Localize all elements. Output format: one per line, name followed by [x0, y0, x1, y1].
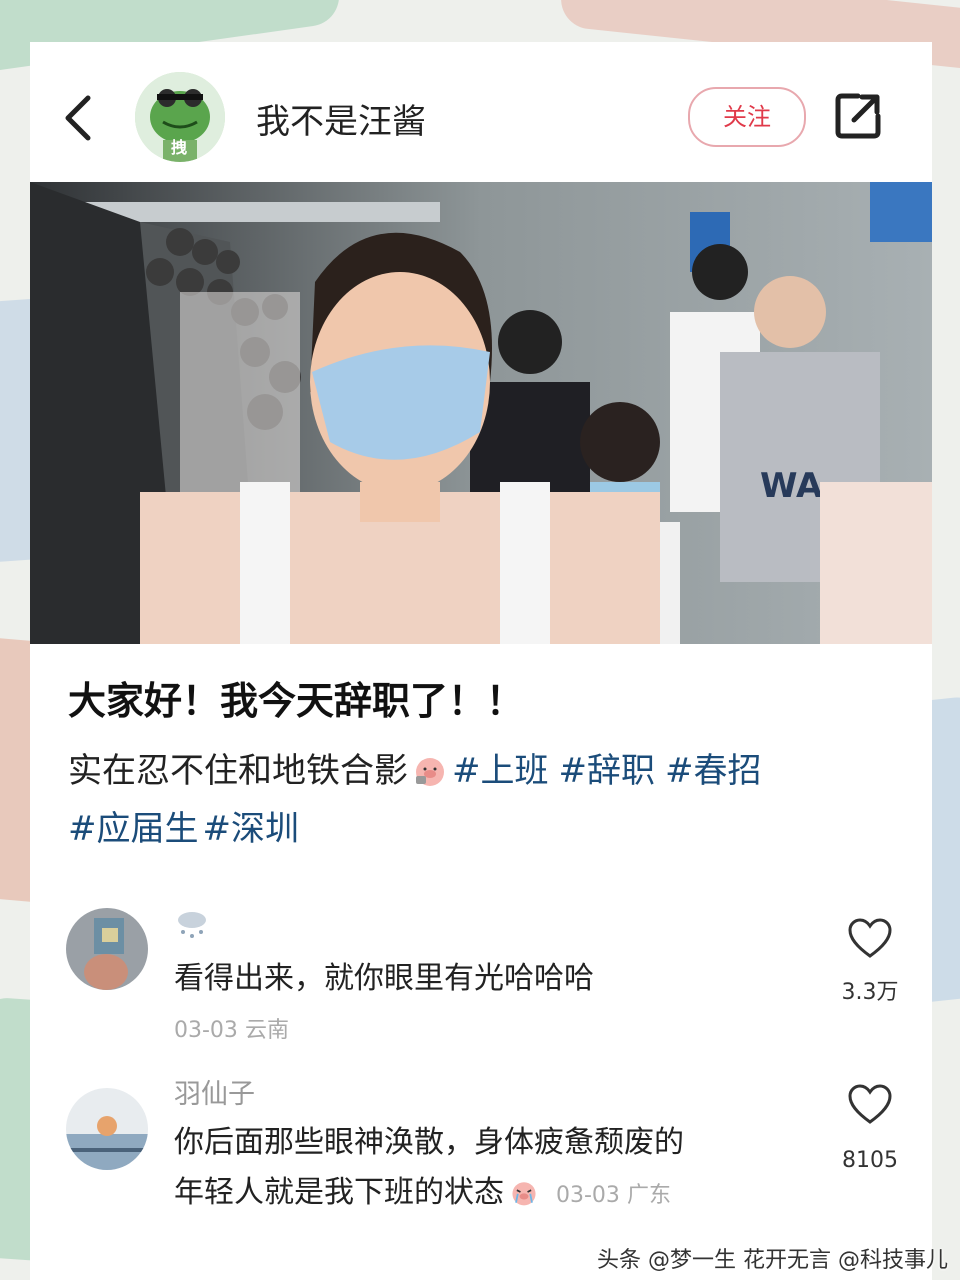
post-header: 拽 我不是汪酱 关注	[30, 42, 932, 182]
comment-meta: 03-03 云南	[174, 1012, 289, 1044]
commenter-avatar-image-icon	[66, 1088, 148, 1170]
author-avatar[interactable]: 拽	[135, 72, 225, 162]
comment-item: 羽仙子 你后面那些眼神涣散，身体疲惫颓废的 年轻人就是我下班的状态 03-03 广…	[30, 1072, 932, 1242]
post-text: 实在忍不住和地铁合影	[68, 751, 408, 791]
comment-text-line-1: 你后面那些眼神涣散，身体疲惫颓废的	[174, 1125, 684, 1160]
comment-item: 看得出来，就你眼里有光哈哈哈 03-03 云南 3.3万	[30, 902, 932, 1052]
post-body-line-2: #应届生 #深圳	[68, 800, 898, 858]
tag-3[interactable]: #春招	[665, 751, 762, 791]
comment-text: 看得出来，就你眼里有光哈哈哈	[174, 961, 594, 996]
pig-sneeze-emoji-icon	[416, 758, 444, 786]
comment-date: 03-03	[174, 1018, 238, 1043]
tag-4[interactable]: #应届生	[68, 809, 199, 849]
avatar-badge: 拽	[171, 138, 188, 157]
commenter-avatar[interactable]	[66, 908, 148, 990]
like-count: 8105	[842, 1148, 898, 1173]
post-body-line-1: 实在忍不住和地铁合影 #上班 #辞职 #春招	[68, 742, 898, 800]
post-body: 实在忍不住和地铁合影 #上班 #辞职 #春招 #应届生 #深圳	[68, 742, 898, 858]
comment-location: 云南	[244, 1018, 289, 1043]
watermark: 头条 @梦一生 花开无言 @科技事儿	[597, 1248, 948, 1273]
comment-date: 03-03	[556, 1183, 620, 1208]
comment-text-line-2-text: 年轻人就是我下班的状态	[174, 1175, 504, 1210]
comment-meta: 03-03 广东	[556, 1183, 671, 1208]
heart-icon[interactable]	[846, 1082, 894, 1126]
snow-cloud-emoji-icon	[178, 912, 206, 938]
commenter-name[interactable]: 羽仙子	[174, 1072, 255, 1111]
author-name[interactable]: 我不是汪酱	[256, 94, 426, 143]
svg-text:WA: WA	[760, 466, 823, 506]
share-icon[interactable]	[832, 90, 884, 142]
tag-2[interactable]: #辞职	[559, 751, 656, 791]
tag-5[interactable]: #深圳	[203, 809, 300, 849]
post-card: 拽 我不是汪酱 关注 WA 大家好！我今天辞职了！！ 实在忍不住和地铁合影 #上…	[30, 42, 932, 1280]
post-photo[interactable]: WA	[30, 182, 932, 644]
commenter-avatar-image-icon	[66, 908, 148, 990]
follow-button[interactable]: 关注	[688, 87, 806, 147]
back-arrow-icon[interactable]	[60, 94, 96, 142]
subway-selfie-image: WA	[30, 182, 932, 644]
heart-icon[interactable]	[846, 916, 894, 960]
comment-location: 广东	[626, 1183, 671, 1208]
like-count: 3.3万	[841, 980, 899, 1005]
tag-1[interactable]: #上班	[452, 751, 549, 791]
commenter-avatar[interactable]	[66, 1088, 148, 1170]
crying-pig-emoji-icon	[512, 1182, 536, 1206]
comment-text-line-2: 年轻人就是我下班的状态 03-03 广东	[174, 1168, 671, 1221]
post-title: 大家好！我今天辞职了！！	[68, 679, 525, 723]
